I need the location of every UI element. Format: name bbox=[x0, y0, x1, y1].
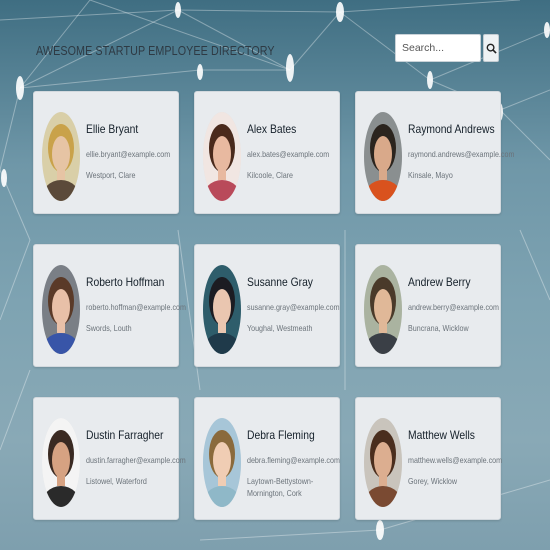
avatar bbox=[42, 265, 80, 354]
employee-card[interactable]: Susanne Gray susanne.gray@example.com Youg… bbox=[194, 244, 340, 367]
employee-location: Kinsale, Mayo bbox=[408, 170, 453, 180]
avatar bbox=[203, 112, 241, 201]
employee-location: Youghal, Westmeath bbox=[247, 323, 313, 333]
employee-email: raymond.andrews@example.com bbox=[408, 149, 515, 159]
employee-location: Gorey, Wicklow bbox=[408, 476, 458, 486]
employee-name: Ellie Bryant bbox=[86, 122, 139, 136]
employee-name: Matthew Wells bbox=[408, 428, 475, 442]
employee-card[interactable]: Andrew Berry andrew.berry@example.com Bunc… bbox=[355, 244, 501, 367]
employee-card[interactable]: Debra Fleming debra.fleming@example.com La… bbox=[194, 397, 340, 520]
employee-name: Andrew Berry bbox=[408, 275, 471, 289]
avatar bbox=[364, 265, 402, 354]
avatar bbox=[42, 112, 80, 201]
employee-card[interactable]: Dustin Farragher dustin.farragher@example… bbox=[33, 397, 186, 520]
avatar bbox=[364, 112, 402, 201]
avatar bbox=[42, 418, 80, 507]
employee-name: Debra Fleming bbox=[247, 428, 315, 442]
employee-location: Buncrana, Wicklow bbox=[408, 323, 469, 333]
employee-name: Alex Bates bbox=[247, 122, 297, 136]
employee-email: susanne.gray@example.com bbox=[247, 302, 340, 312]
employee-email: alex.bates@example.com bbox=[247, 149, 330, 159]
search-input[interactable] bbox=[395, 34, 481, 62]
search-bar bbox=[395, 34, 499, 62]
avatar bbox=[364, 418, 402, 507]
avatar bbox=[203, 265, 241, 354]
employee-location: Kilcoole, Clare bbox=[247, 170, 294, 180]
employee-email: debra.fleming@example.com bbox=[247, 455, 340, 465]
page-title: AWESOME STARTUP EMPLOYEE DIRECTORY bbox=[36, 44, 275, 58]
avatar bbox=[203, 418, 241, 507]
search-button[interactable] bbox=[483, 34, 499, 62]
employee-card[interactable]: Matthew Wells matthew.wells@example.com Go… bbox=[355, 397, 503, 520]
employee-email: roberto.hoffman@example.com bbox=[86, 302, 186, 312]
employee-location: Swords, Louth bbox=[86, 323, 132, 333]
employee-name: Susanne Gray bbox=[247, 275, 313, 289]
employee-location: Laytown-Bettystown-Mornington, Cork bbox=[247, 476, 314, 498]
employee-email: ellie.bryant@example.com bbox=[86, 149, 171, 159]
employee-card[interactable]: Ellie Bryant ellie.bryant@example.com West… bbox=[33, 91, 179, 214]
employee-email: matthew.wells@example.com bbox=[408, 455, 503, 465]
employee-location: Listowel, Waterford bbox=[86, 476, 147, 486]
employee-email: dustin.farragher@example.com bbox=[86, 455, 186, 465]
search-icon bbox=[486, 43, 497, 54]
employee-card[interactable]: Roberto Hoffman roberto.hoffman@example.c… bbox=[33, 244, 186, 367]
employee-location: Westport, Clare bbox=[86, 170, 136, 180]
employee-card[interactable]: Raymond Andrews raymond.andrews@example.c… bbox=[355, 91, 515, 214]
employee-card[interactable]: Alex Bates alex.bates@example.com Kilcoole… bbox=[194, 91, 340, 214]
employee-name: Raymond Andrews bbox=[408, 122, 495, 136]
employee-email: andrew.berry@example.com bbox=[408, 302, 499, 312]
employee-name: Dustin Farragher bbox=[86, 428, 164, 442]
employee-name: Roberto Hoffman bbox=[86, 275, 165, 289]
